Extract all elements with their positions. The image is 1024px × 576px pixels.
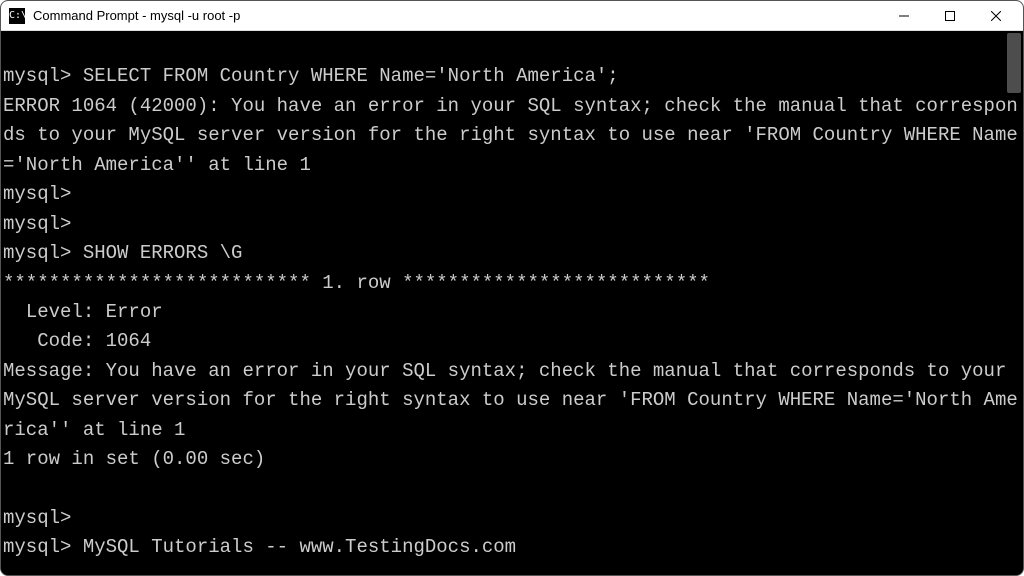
command-prompt-window: C:\ Command Prompt - mysql -u root -p my… bbox=[0, 0, 1024, 576]
window-title: Command Prompt - mysql -u root -p bbox=[33, 8, 881, 23]
terminal-output: mysql> SELECT FROM Country WHERE Name='N… bbox=[3, 33, 1019, 563]
vertical-scrollbar[interactable] bbox=[1007, 33, 1021, 93]
minimize-button[interactable] bbox=[881, 1, 927, 31]
command-prompt-icon: C:\ bbox=[9, 8, 25, 24]
maximize-button[interactable] bbox=[927, 1, 973, 31]
close-button[interactable] bbox=[973, 1, 1019, 31]
close-icon bbox=[991, 11, 1001, 21]
minimize-icon bbox=[899, 11, 909, 21]
titlebar[interactable]: C:\ Command Prompt - mysql -u root -p bbox=[1, 1, 1023, 31]
terminal-area[interactable]: mysql> SELECT FROM Country WHERE Name='N… bbox=[1, 31, 1023, 575]
maximize-icon bbox=[945, 11, 955, 21]
window-controls bbox=[881, 1, 1019, 31]
